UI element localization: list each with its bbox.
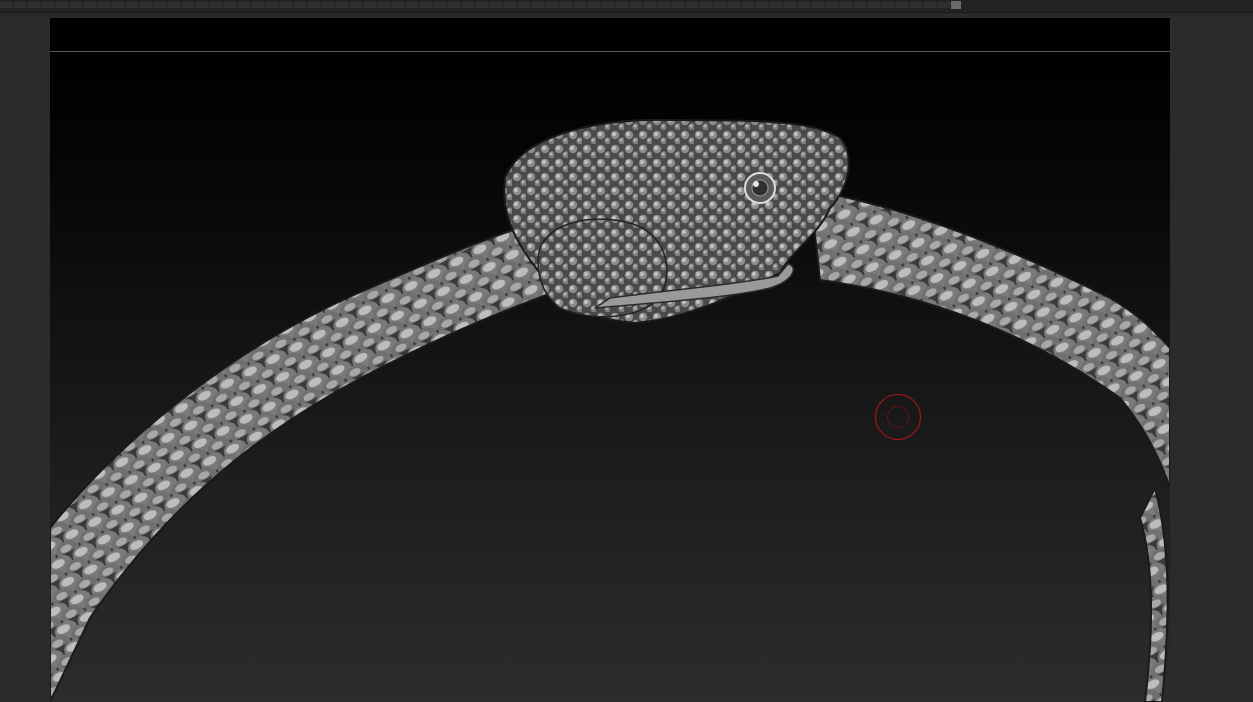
shelf-scroll-thumb[interactable] <box>951 1 961 9</box>
document-canvas[interactable] <box>50 18 1170 702</box>
zbrush-window <box>0 0 1253 702</box>
shelf-scroller[interactable] <box>0 0 1253 13</box>
snake-model[interactable] <box>50 18 1170 702</box>
snake-body-right <box>808 188 1170 489</box>
snake-body-left <box>50 211 597 702</box>
brush-focal-ring <box>887 406 909 428</box>
snake-tail <box>1138 485 1169 702</box>
right-tray <box>1170 18 1253 702</box>
left-tray <box>0 18 50 702</box>
shelf-tick-row <box>0 2 950 8</box>
brush-size-cursor <box>875 394 921 440</box>
